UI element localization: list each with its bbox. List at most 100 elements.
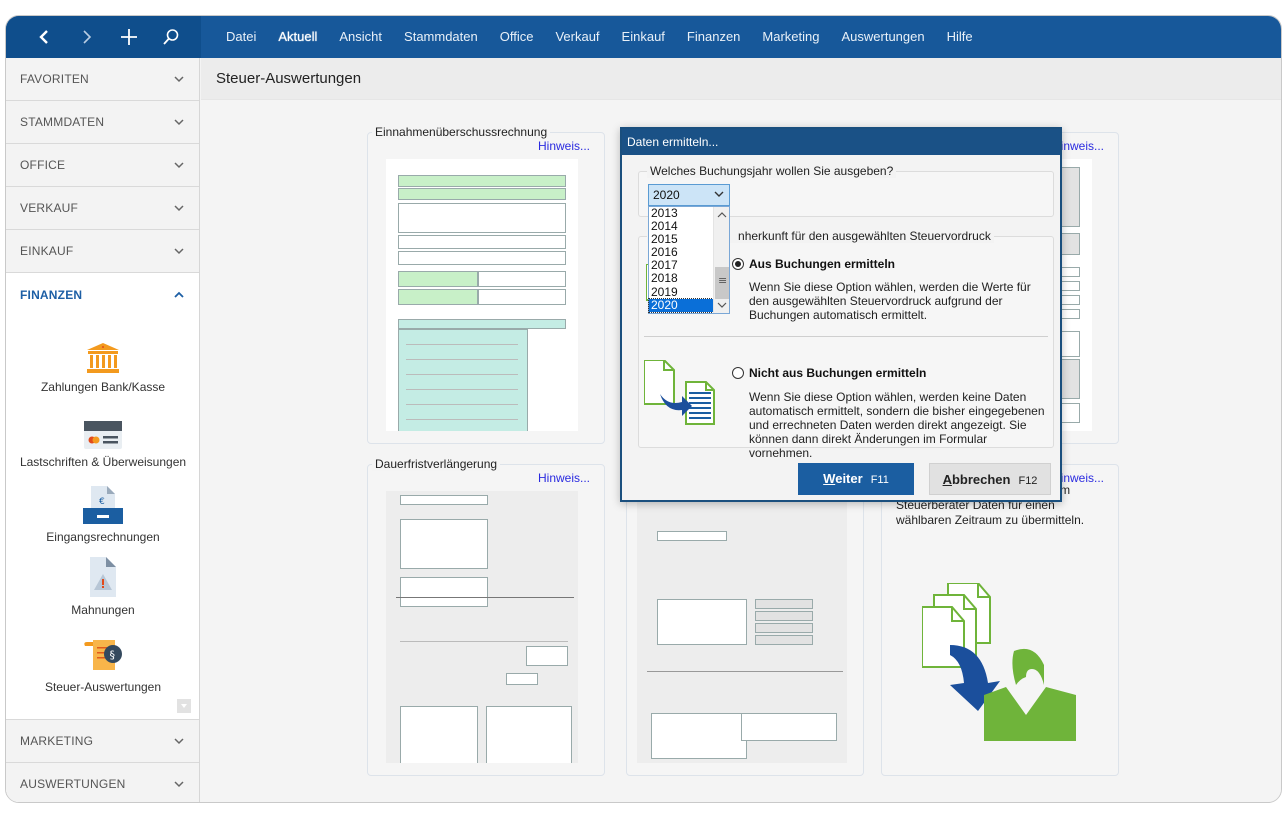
shortcut-key: F11 [870,474,889,486]
scroll-down-button[interactable] [177,699,191,713]
radio-button-checked[interactable] [732,258,744,270]
sidebar-item-steuer-auswertungen[interactable]: § Steuer-Auswertungen [6,638,200,694]
sidebar-section-auswertungen[interactable]: AUSWERTUNGEN [6,763,199,802]
weiter-button[interactable]: Weiter F11 [798,463,914,495]
radio-label: Nicht aus Buchungen ermitteln [749,366,927,380]
option1-description: Wenn Sie diese Option wählen, werden die… [749,280,1031,322]
radio-nicht-aus-buchungen[interactable]: Nicht aus Buchungen ermitteln [732,366,926,380]
mnemonic: A [942,472,952,487]
chevron-up-icon [717,212,727,218]
sidebar-section-office[interactable]: OFFICE [6,144,199,187]
menu-auswertungen[interactable]: Auswertungen [830,16,935,58]
card-euer[interactable]: Einnahmenüberschussrechnung Hinweis... [367,125,605,444]
forward-button[interactable] [66,16,108,58]
item-label: Zahlungen Bank/Kasse [40,380,166,394]
document-transfer-icon [644,360,715,425]
chevron-down-icon [174,738,184,745]
svg-text:§: § [110,649,116,662]
sidebar: FAVORITEN STAMMDATEN OFFICE VERKAUF EINK… [6,58,200,802]
radio-label: Aus Buchungen ermitteln [749,257,896,271]
form-thumbnail[interactable] [637,491,847,763]
new-button[interactable] [108,16,150,58]
menu-stammdaten[interactable]: Stammdaten [393,16,489,58]
year-option[interactable]: 2018 [649,272,713,285]
back-icon [39,30,48,44]
form-thumbnail[interactable] [386,491,578,763]
sidebar-section-finanzen[interactable]: FINANZEN [6,273,199,316]
card-dauerfristverlaengerung[interactable]: Dauerfristverlängerung Hinweis... [367,457,605,776]
chevron-down-icon [174,76,184,83]
button-label: eiter [835,471,863,486]
sidebar-item-eingangsrechnungen[interactable]: € Eingangsrechnungen [6,486,200,544]
button-label: bbrechen [951,472,1011,487]
scroll-thumb[interactable] [715,267,729,299]
section-label: STAMMDATEN [20,115,105,129]
menu-office[interactable]: Office [489,16,545,58]
sidebar-section-marketing[interactable]: MARKETING [6,720,199,763]
plus-icon [121,29,137,45]
nav-buttons [6,16,201,58]
sidebar-item-lastschriften[interactable]: Lastschriften & Überweisungen [6,413,200,469]
divider [644,336,1048,337]
sidebar-section-stammdaten[interactable]: STAMMDATEN [6,101,199,144]
item-label: Mahnungen [71,603,135,617]
menu-finanzen[interactable]: Finanzen [676,16,751,58]
search-icon [163,29,179,45]
abbrechen-button[interactable]: Abbrechen F12 [929,463,1051,495]
option2-description: Wenn Sie diese Option wählen, werden kei… [749,390,1045,460]
section-label: VERKAUF [20,201,79,215]
section-label: AUSWERTUNGEN [20,777,126,791]
menu-ansicht[interactable]: Ansicht [328,16,393,58]
item-label: Steuer-Auswertungen [44,680,162,694]
menu-hilfe[interactable]: Hilfe [936,16,984,58]
section-label: MARKETING [20,734,94,748]
hint-link[interactable]: Hinweis... [538,139,590,153]
section-label: FAVORITEN [20,72,89,86]
year-option[interactable]: 2019 [649,285,713,299]
warning-document-icon [90,557,116,597]
dropdown-scrollbar[interactable] [713,207,729,313]
section-label: FINANZEN [20,287,83,302]
form-thumbnail[interactable] [386,159,578,431]
finanzen-items: Zahlungen Bank/Kasse Lastschriften & Übe… [6,316,199,720]
chevron-down-icon [174,162,184,169]
scroll-up-button[interactable] [714,207,730,223]
export-to-advisor-icon [922,583,1076,741]
year-select[interactable]: 2020 [648,184,730,206]
year-selected-value: 2020 [653,188,680,202]
main-menu: Datei Aktuell Ansicht Stammdaten Office … [201,16,984,58]
menu-verkauf[interactable]: Verkauf [544,16,610,58]
menu-datei[interactable]: Datei [215,16,267,58]
shortcut-key: F12 [1018,475,1038,487]
card-title: Einnahmenüberschussrechnung [372,125,551,139]
search-button[interactable] [150,16,192,58]
year-dropdown-list[interactable]: 2013 2014 2015 2016 2017 2018 2019 2020 [648,206,730,314]
sidebar-item-zahlungen[interactable]: Zahlungen Bank/Kasse [6,338,200,394]
chevron-down-icon [174,248,184,255]
card-steuerberater[interactable]: Hinweis... haben Sie die Möglichkeit, Ih… [881,464,1119,776]
sidebar-section-favoriten[interactable]: FAVORITEN [6,58,199,101]
svg-text:€: € [99,497,105,507]
chevron-down-icon [174,781,184,788]
group-label-rest: nherkunft für den ausgewählten Steuervor… [738,229,991,243]
menu-aktuell[interactable]: Aktuell [267,16,328,58]
dialog-title: Daten ermitteln... [622,129,1060,155]
sidebar-section-einkauf[interactable]: EINKAUF [6,230,199,273]
card-zusammenfassende-meldung[interactable] [626,464,864,776]
tax-scroll-icon: § [84,640,122,670]
back-button[interactable] [24,16,66,58]
scroll-down-button[interactable] [714,297,730,313]
menu-einkauf[interactable]: Einkauf [611,16,676,58]
sidebar-item-mahnungen[interactable]: Mahnungen [6,557,200,617]
section-label: OFFICE [20,158,66,172]
page-header: Steuer-Auswertungen [201,58,1281,100]
radio-aus-buchungen[interactable]: Aus Buchungen ermitteln [732,257,895,271]
radio-button-unchecked[interactable] [732,367,744,379]
hint-link[interactable]: Hinweis... [538,471,590,485]
item-label: Eingangsrechnungen [46,530,160,544]
app-window: Datei Aktuell Ansicht Stammdaten Office … [5,15,1282,803]
menu-marketing[interactable]: Marketing [751,16,830,58]
sidebar-section-verkauf[interactable]: VERKAUF [6,187,199,230]
year-option-selected[interactable]: 2020 [648,297,714,313]
chevron-down-icon [714,191,724,197]
